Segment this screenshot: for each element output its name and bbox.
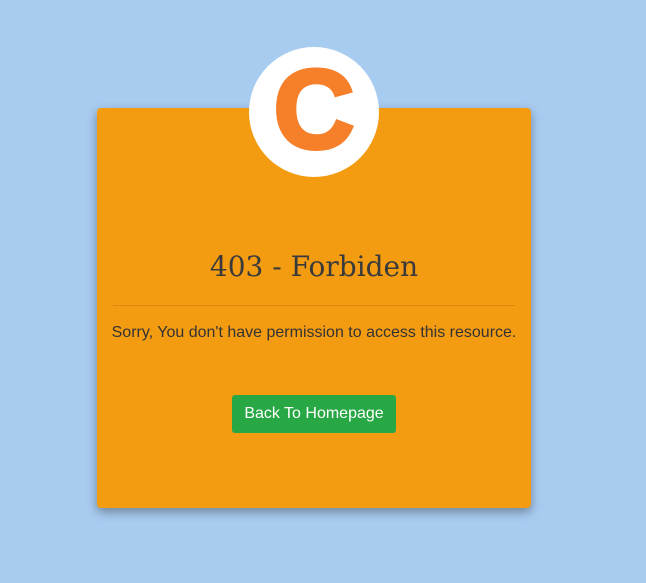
back-to-homepage-button[interactable]: Back To Homepage <box>232 395 396 433</box>
c-logo-icon: C <box>272 62 357 162</box>
error-message: Sorry, You don't have permission to acce… <box>111 324 517 341</box>
logo: C <box>249 47 379 177</box>
logo-letter: C <box>274 62 355 162</box>
page: 403 - Forbiden Sorry, You don't have per… <box>0 0 646 583</box>
error-title: 403 - Forbiden <box>209 250 419 283</box>
divider <box>113 305 515 306</box>
